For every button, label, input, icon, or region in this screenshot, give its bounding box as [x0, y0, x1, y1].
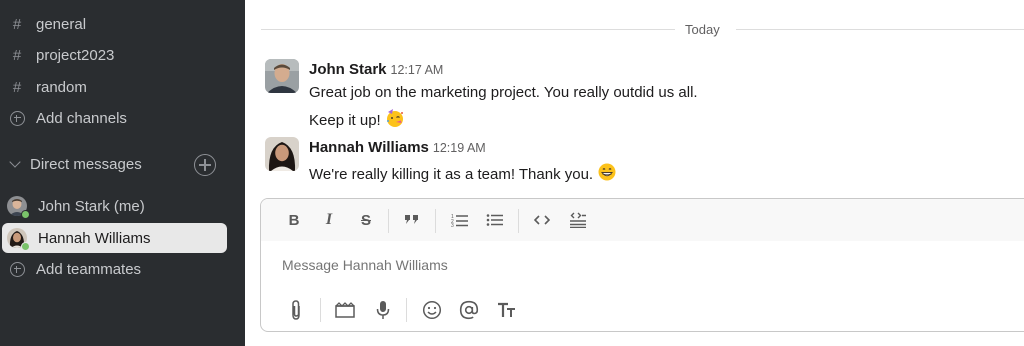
dm-label: Hannah Williams — [38, 229, 151, 247]
sidebar: # general # project2023 # random Add cha… — [0, 0, 245, 346]
channel-project2023[interactable]: # project2023 — [0, 40, 245, 70]
message-author[interactable]: Hannah Williams 12:19 AM — [309, 139, 486, 156]
bold-icon[interactable]: B — [283, 210, 305, 230]
divider — [388, 209, 389, 233]
dm-hannah-williams[interactable]: Hannah Williams — [2, 223, 227, 253]
chevron-down-icon — [9, 156, 21, 168]
message-text: Great job on the marketing project. You … — [309, 84, 698, 101]
day-divider-label: Today — [685, 22, 720, 37]
message-text-line: Keep it up! — [309, 108, 405, 132]
video-clip-icon[interactable] — [334, 299, 356, 321]
hash-icon: # — [12, 46, 22, 64]
avatar[interactable] — [265, 59, 299, 93]
add-channels-label: Add channels — [36, 109, 127, 127]
divider — [320, 298, 321, 322]
divider — [518, 209, 519, 233]
message-timestamp: 12:17 AM — [390, 63, 444, 77]
formatting-toolbar: B I S 123 — [261, 199, 1024, 241]
channel-label: project2023 — [36, 46, 115, 64]
microphone-icon[interactable] — [372, 299, 394, 321]
plus-circle-icon — [9, 110, 25, 126]
channel-label: random — [36, 78, 87, 96]
channel-random[interactable]: # random — [0, 72, 245, 102]
message-input[interactable] — [282, 257, 982, 273]
bulleted-list-icon[interactable] — [484, 210, 506, 230]
avatar[interactable] — [265, 137, 299, 171]
presence-online-icon — [21, 210, 30, 219]
hash-icon: # — [12, 15, 22, 33]
mention-icon[interactable] — [458, 299, 480, 321]
partying-face-emoji-icon — [385, 108, 405, 132]
paperclip-icon[interactable] — [285, 299, 307, 321]
channel-general[interactable]: # general — [0, 9, 245, 39]
day-divider-line — [736, 29, 1024, 30]
grinning-face-emoji-icon — [597, 162, 617, 186]
code-block-icon[interactable] — [567, 210, 589, 230]
message-timestamp: 12:19 AM — [432, 141, 486, 155]
strikethrough-icon[interactable]: S — [355, 210, 377, 230]
message-text-line: We're really killing it as a team! Thank… — [309, 162, 617, 186]
divider — [406, 298, 407, 322]
text-format-icon[interactable] — [496, 299, 518, 321]
message-composer: B I S 123 — [260, 198, 1024, 332]
add-direct-message-icon[interactable] — [194, 154, 216, 176]
message-author[interactable]: John Stark 12:17 AM — [309, 61, 443, 78]
presence-online-icon — [21, 242, 30, 251]
add-channels-button[interactable]: Add channels — [0, 103, 245, 133]
ordered-list-icon[interactable]: 123 — [449, 210, 471, 230]
hash-icon: # — [12, 78, 22, 96]
emoji-icon[interactable] — [421, 299, 443, 321]
direct-messages-label: Direct messages — [30, 155, 142, 173]
svg-text:3: 3 — [451, 223, 454, 227]
plus-circle-icon — [9, 261, 25, 277]
italic-icon[interactable]: I — [318, 210, 340, 230]
dm-label: John Stark (me) — [38, 197, 145, 215]
code-icon[interactable] — [531, 210, 553, 230]
day-divider-line — [261, 29, 675, 30]
add-teammates-button[interactable]: Add teammates — [0, 254, 245, 284]
divider — [435, 209, 436, 233]
quote-icon[interactable] — [401, 210, 423, 230]
channel-label: general — [36, 15, 87, 33]
avatar — [7, 228, 30, 251]
conversation-pane: Today John Stark 12:17 AM Great job on th… — [245, 0, 1024, 346]
dm-john-stark[interactable]: John Stark (me) — [0, 191, 245, 221]
avatar — [7, 196, 30, 219]
add-teammates-label: Add teammates — [36, 260, 142, 278]
